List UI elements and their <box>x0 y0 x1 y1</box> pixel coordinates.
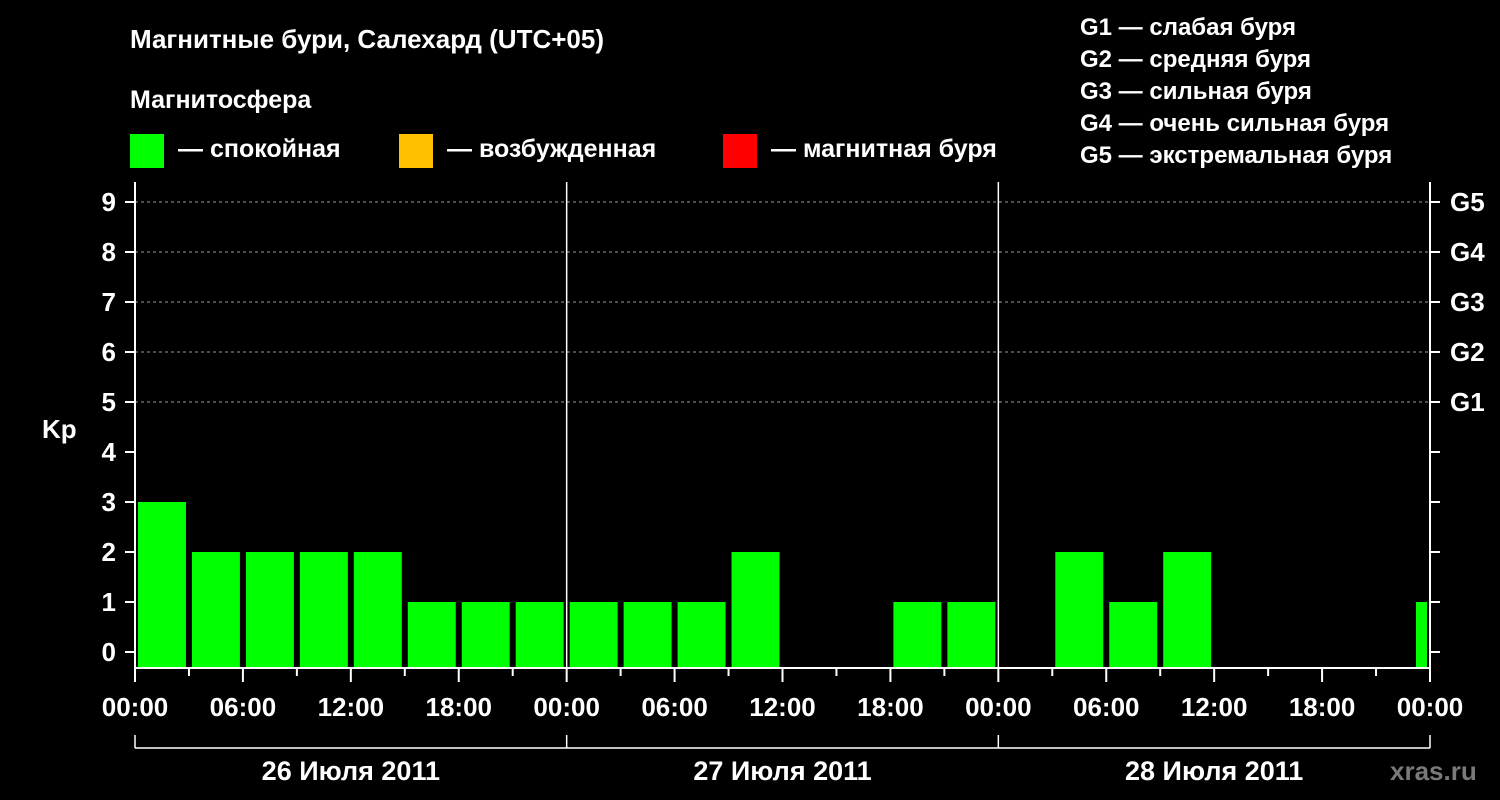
x-tick-label: 06:00 <box>641 692 708 722</box>
x-tick-label: 00:00 <box>533 692 600 722</box>
y-tick-label: 1 <box>102 587 116 617</box>
x-tick-label: 06:00 <box>210 692 277 722</box>
bar <box>1163 552 1212 668</box>
bar <box>569 602 618 668</box>
right-tick-label: G2 <box>1450 337 1485 367</box>
bar <box>245 552 294 668</box>
y-tick-label: 5 <box>102 387 116 417</box>
day-label: 27 Июля 2011 <box>693 756 871 786</box>
bar <box>623 602 672 668</box>
bar <box>353 552 402 668</box>
bar <box>191 552 240 668</box>
watermark: xras.ru <box>1390 756 1477 786</box>
bar <box>299 552 348 668</box>
bar <box>1055 552 1104 668</box>
x-tick-label: 18:00 <box>857 692 924 722</box>
x-tick-label: 12:00 <box>318 692 385 722</box>
x-tick-label: 00:00 <box>102 692 169 722</box>
x-tick-label: 12:00 <box>1181 692 1248 722</box>
y-tick-label: 2 <box>102 537 116 567</box>
kp-bar-chart: 0 1 2 3 4 5 6 7 8 9 G1 G2 G3 G4 G5 Kp 00:00 06:00 12:00 18:… <box>42 182 1485 786</box>
bar <box>677 602 726 668</box>
day-label: 26 Июля 2011 <box>262 756 440 786</box>
x-tick-label: 12:00 <box>749 692 816 722</box>
y-tick-label: 9 <box>102 187 116 217</box>
x-tick-label: 18:00 <box>1289 692 1356 722</box>
y-tick-label: 6 <box>102 337 116 367</box>
bar <box>461 602 510 668</box>
bar <box>138 502 186 668</box>
y-tick-label: 8 <box>102 237 116 267</box>
right-tick-label: G5 <box>1450 187 1485 217</box>
right-tick-label: G4 <box>1450 237 1485 267</box>
x-tick-label: 18:00 <box>426 692 493 722</box>
y-tick-label: 7 <box>102 287 116 317</box>
bar <box>731 552 780 668</box>
bar <box>407 602 456 668</box>
right-tick-label: G3 <box>1450 287 1485 317</box>
bar <box>515 602 564 668</box>
y-tick-label: 4 <box>102 437 117 467</box>
bar <box>1416 602 1427 668</box>
y-tick-label: 0 <box>102 637 116 667</box>
bar <box>947 602 996 668</box>
y-axis-label: Kp <box>42 414 77 444</box>
bar <box>893 602 942 668</box>
right-tick-label: G1 <box>1450 387 1485 417</box>
x-tick-label: 06:00 <box>1073 692 1140 722</box>
day-label: 28 Июля 2011 <box>1125 756 1303 786</box>
x-tick-label: 00:00 <box>965 692 1032 722</box>
x-tick-label: 00:00 <box>1397 692 1464 722</box>
bar <box>1109 602 1158 668</box>
y-tick-label: 3 <box>102 487 116 517</box>
